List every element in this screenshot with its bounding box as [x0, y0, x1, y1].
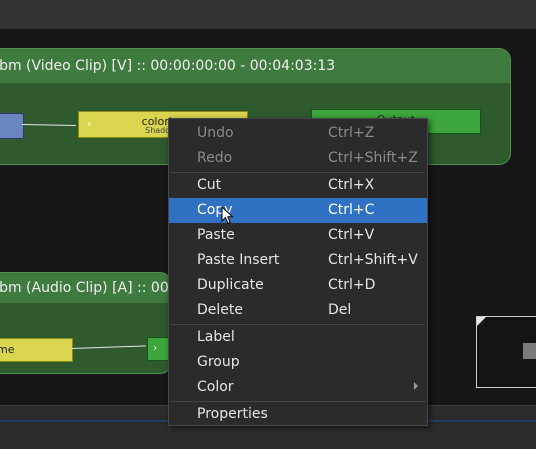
menu-item-label: Color	[197, 379, 234, 395]
audio-clip-group-title: webm (Audio Clip) [A] :: 00	[0, 273, 171, 303]
menu-item-shortcut: Ctrl+X	[328, 177, 375, 193]
menu-item-label: Redo	[197, 150, 233, 166]
menu-item-label-option[interactable]: Label	[169, 325, 427, 350]
volume-node-label: me	[0, 343, 15, 356]
menu-item-label: Cut	[197, 177, 222, 193]
media-input-node[interactable]	[0, 113, 24, 139]
menu-item-label: Group	[197, 354, 240, 370]
menu-item-duplicate[interactable]: Duplicate Ctrl+D	[169, 273, 427, 298]
menu-item-shortcut: Del	[328, 302, 352, 318]
menu-item-label: Duplicate	[197, 277, 264, 293]
menu-item-delete[interactable]: Delete Del	[169, 298, 427, 323]
menu-item-group[interactable]: Group	[169, 350, 427, 375]
menu-item-label: Delete	[197, 302, 243, 318]
menu-item-label: Paste	[197, 227, 235, 243]
mouse-pointer-icon	[221, 206, 234, 225]
context-menu: Undo Ctrl+Z Redo Ctrl+Shift+Z Cut Ctrl+X…	[168, 118, 428, 426]
preview-corner-marker	[477, 317, 486, 326]
menu-item-label: Properties	[197, 406, 268, 422]
viewer-preview-panel[interactable]	[476, 316, 536, 388]
menu-item-shortcut: Ctrl+Shift+Z	[328, 150, 418, 166]
menu-item-shortcut: Ctrl+Z	[328, 125, 375, 141]
menu-item-shortcut: Ctrl+D	[328, 277, 376, 293]
menu-item-label: Undo	[197, 125, 234, 141]
menu-item-shortcut: Ctrl+V	[328, 227, 375, 243]
menu-item-shortcut: Ctrl+Shift+V	[328, 252, 418, 268]
submenu-arrow-icon	[414, 382, 418, 390]
menu-item-copy[interactable]: Copy Ctrl+C	[169, 198, 427, 223]
menu-item-color[interactable]: Color	[169, 375, 427, 400]
menu-item-cut[interactable]: Cut Ctrl+X	[169, 173, 427, 198]
preview-thumbnail-icon	[523, 343, 536, 359]
menu-item-paste-insert[interactable]: Paste Insert Ctrl+Shift+V	[169, 248, 427, 273]
menu-item-properties[interactable]: Properties	[169, 402, 427, 427]
node-input-arrow-icon: ›	[153, 341, 158, 354]
menu-item-label: Label	[197, 329, 235, 345]
menu-item-label: Paste Insert	[197, 252, 280, 268]
menu-item-paste[interactable]: Paste Ctrl+V	[169, 223, 427, 248]
volume-effect-node[interactable]: me	[0, 338, 73, 362]
menu-item-shortcut: Ctrl+C	[328, 202, 375, 218]
video-clip-group-title: webm (Video Clip) [V] :: 00:00:00:00 - 0…	[0, 49, 510, 83]
menu-item-undo[interactable]: Undo Ctrl+Z	[169, 121, 427, 146]
menu-item-redo[interactable]: Redo Ctrl+Shift+Z	[169, 146, 427, 171]
top-toolbar	[0, 0, 536, 29]
